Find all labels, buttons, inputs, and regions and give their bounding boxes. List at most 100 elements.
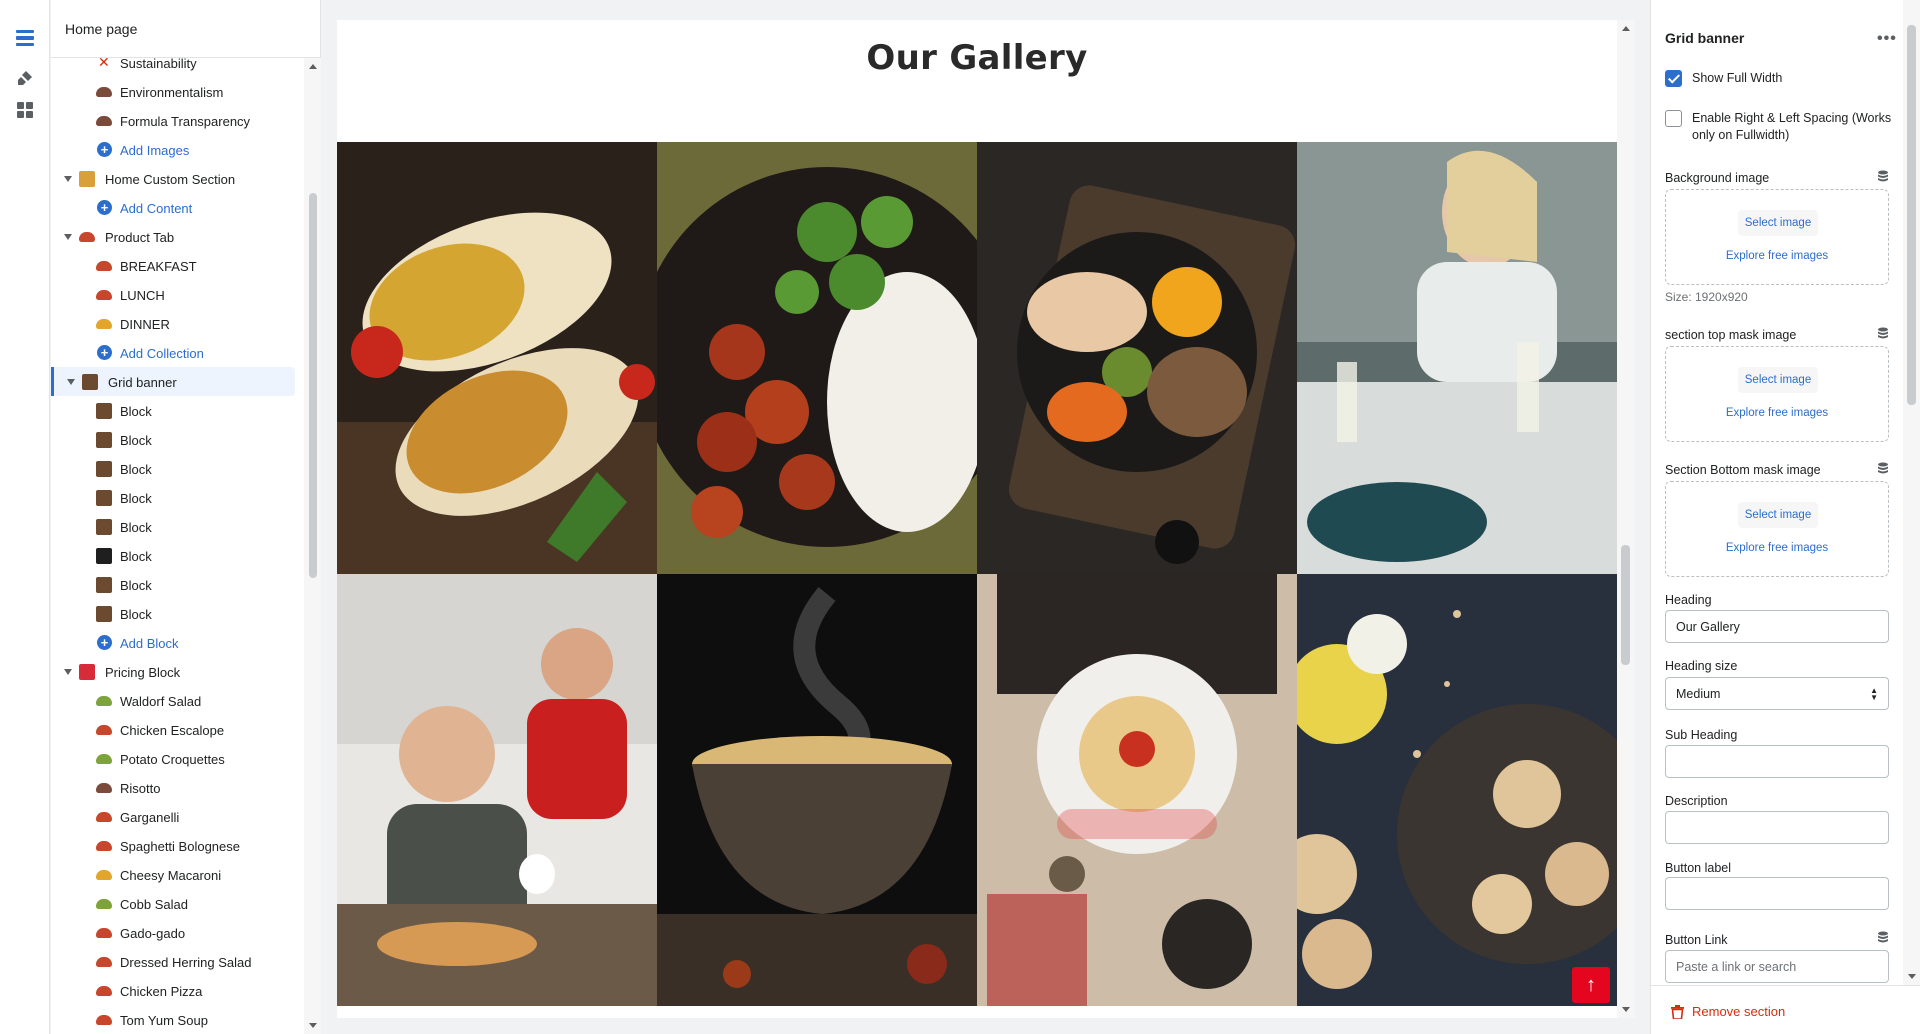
block-thumbnail bbox=[96, 754, 112, 764]
gallery-tile-dinner-party[interactable] bbox=[1297, 142, 1617, 574]
block-thumbnail bbox=[96, 812, 112, 822]
tree-item-chicken-escalope[interactable]: Chicken Escalope bbox=[51, 715, 295, 744]
settings-scrollbar[interactable] bbox=[1903, 0, 1920, 985]
scroll-up-arrow-icon[interactable] bbox=[309, 64, 317, 69]
scroll-up-arrow-icon[interactable] bbox=[1622, 26, 1630, 31]
tree-item-block[interactable]: Block bbox=[51, 541, 295, 570]
scrollbar-thumb[interactable] bbox=[1621, 545, 1630, 665]
section-thumbnail bbox=[79, 232, 95, 242]
bottom-mask-dropzone[interactable]: Select image Explore free images bbox=[1665, 481, 1889, 577]
tree-section-pricing-block[interactable]: Pricing Block bbox=[51, 657, 295, 686]
collapse-caret-icon[interactable] bbox=[64, 234, 72, 240]
dynamic-source-icon[interactable] bbox=[1877, 170, 1889, 182]
select-image-button[interactable]: Select image bbox=[1738, 367, 1818, 393]
tree-item-sustainability[interactable]: ✕ Sustainability bbox=[51, 58, 295, 77]
tree-item-formula-transparency[interactable]: Formula Transparency bbox=[51, 106, 295, 135]
app-embeds-icon[interactable] bbox=[11, 96, 39, 124]
tree-item-garganelli[interactable]: Garganelli bbox=[51, 802, 295, 831]
tree-item-cobb-salad[interactable]: Cobb Salad bbox=[51, 889, 295, 918]
tree-item-risotto[interactable]: Risotto bbox=[51, 773, 295, 802]
arrow-up-icon: ↑ bbox=[1586, 973, 1596, 996]
background-image-label: Background image bbox=[1665, 171, 1770, 185]
tree-item-dinner[interactable]: DINNER bbox=[51, 309, 295, 338]
more-options-icon[interactable]: ••• bbox=[1877, 30, 1897, 48]
tree-item-tom-yum-soup[interactable]: Tom Yum Soup bbox=[51, 1005, 295, 1034]
button-link-input[interactable]: Paste a link or search bbox=[1665, 950, 1889, 983]
block-thumbnail bbox=[96, 870, 112, 880]
theme-settings-brush-icon[interactable] bbox=[11, 64, 39, 92]
select-image-button[interactable]: Select image bbox=[1738, 210, 1818, 236]
block-thumbnail bbox=[96, 116, 112, 126]
burrito-image bbox=[337, 142, 657, 574]
gallery-tile-soup-bowl[interactable] bbox=[657, 574, 977, 1006]
tree-item-block[interactable]: Block bbox=[51, 599, 295, 628]
scroll-down-arrow-icon[interactable] bbox=[309, 1023, 317, 1028]
tree-row-label: Formula Transparency bbox=[120, 114, 251, 129]
collapse-caret-icon[interactable] bbox=[67, 379, 75, 385]
gallery-tile-chicken-rice[interactable] bbox=[657, 142, 977, 574]
section-thumbnail bbox=[79, 664, 95, 680]
sub-heading-input[interactable] bbox=[1665, 745, 1889, 778]
description-input[interactable] bbox=[1665, 811, 1889, 844]
tree-item-potato-croquettes[interactable]: Potato Croquettes bbox=[51, 744, 295, 773]
remove-section-button[interactable]: Remove section bbox=[1671, 1004, 1785, 1019]
dynamic-source-icon[interactable] bbox=[1877, 327, 1889, 339]
scrollbar-thumb[interactable] bbox=[1907, 25, 1916, 405]
tree-item-waldorf-salad[interactable]: Waldorf Salad bbox=[51, 686, 295, 715]
tree-item-block[interactable]: Block bbox=[51, 483, 295, 512]
tree-section-product-tab[interactable]: Product Tab bbox=[51, 222, 295, 251]
tree-header: Home page bbox=[51, 0, 320, 58]
add-images-button[interactable]: + Add Images bbox=[51, 135, 295, 164]
image-size-hint: Size: 1920x920 bbox=[1665, 290, 1748, 304]
dynamic-source-icon[interactable] bbox=[1877, 931, 1889, 943]
gallery-tile-spaghetti-plate[interactable] bbox=[977, 574, 1297, 1006]
heading-input[interactable]: Our Gallery bbox=[1665, 610, 1889, 643]
add-block-button[interactable]: + Add Block bbox=[51, 628, 295, 657]
scroll-down-arrow-icon[interactable] bbox=[1622, 1007, 1630, 1012]
gallery-tile-chicken-bowl[interactable] bbox=[977, 142, 1297, 574]
explore-free-images-link[interactable]: Explore free images bbox=[1666, 407, 1888, 419]
tree-item-block[interactable]: Block bbox=[51, 570, 295, 599]
gallery-tile-burrito[interactable] bbox=[337, 142, 657, 574]
tree-item-block[interactable]: Block bbox=[51, 396, 295, 425]
tree-item-spaghetti-bolognese[interactable]: Spaghetti Bolognese bbox=[51, 831, 295, 860]
tree-scrollbar[interactable] bbox=[304, 58, 321, 1034]
tree-row-label: Gado-gado bbox=[120, 926, 186, 941]
tree-item-lunch[interactable]: LUNCH bbox=[51, 280, 295, 309]
tree-item-environmentalism[interactable]: Environmentalism bbox=[51, 77, 295, 106]
scroll-down-arrow-icon[interactable] bbox=[1908, 974, 1916, 979]
top-mask-dropzone[interactable]: Select image Explore free images bbox=[1665, 346, 1889, 442]
collapse-caret-icon[interactable] bbox=[64, 669, 72, 675]
tree-item-gado-gado[interactable]: Gado-gado bbox=[51, 918, 295, 947]
heading-size-select[interactable]: Medium ▲ ▼ bbox=[1665, 677, 1889, 710]
tree-item-block[interactable]: Block bbox=[51, 512, 295, 541]
scroll-to-top-button[interactable]: ↑ bbox=[1572, 967, 1610, 1003]
tree-item-cheesy-macaroni[interactable]: Cheesy Macaroni bbox=[51, 860, 295, 889]
tree-item-chicken-pizza[interactable]: Chicken Pizza bbox=[51, 976, 295, 1005]
tree-section-grid-banner[interactable]: Grid banner bbox=[51, 367, 295, 396]
tree-item-block[interactable]: Block bbox=[51, 454, 295, 483]
show-full-width-checkbox[interactable] bbox=[1665, 70, 1682, 87]
tree-section-home-custom-section[interactable]: Home Custom Section bbox=[51, 164, 295, 193]
scrollbar-thumb[interactable] bbox=[309, 193, 317, 578]
gallery-tile-friends-pizza[interactable] bbox=[337, 574, 657, 1006]
button-label-input[interactable] bbox=[1665, 877, 1889, 910]
explore-free-images-link[interactable]: Explore free images bbox=[1666, 250, 1888, 262]
background-image-dropzone[interactable]: Select image Explore free images bbox=[1665, 189, 1889, 285]
add-content-button[interactable]: + Add Content bbox=[51, 193, 295, 222]
gallery-tile-dessert[interactable] bbox=[1297, 574, 1617, 1006]
collapse-caret-icon[interactable] bbox=[64, 176, 72, 182]
dynamic-source-icon[interactable] bbox=[1877, 462, 1889, 474]
spacing-checkbox[interactable] bbox=[1665, 110, 1682, 127]
preview-scrollbar[interactable] bbox=[1617, 20, 1635, 1018]
explore-free-images-link[interactable]: Explore free images bbox=[1666, 542, 1888, 554]
tree-row-label: Grid banner bbox=[108, 375, 177, 390]
add-collection-button[interactable]: + Add Collection bbox=[51, 338, 295, 367]
tree-item-block[interactable]: Block bbox=[51, 425, 295, 454]
sections-icon[interactable] bbox=[11, 24, 39, 52]
select-image-button[interactable]: Select image bbox=[1738, 502, 1818, 528]
tree-item-breakfast[interactable]: BREAKFAST bbox=[51, 251, 295, 280]
plus-circle-icon: + bbox=[97, 142, 112, 157]
tree-item-dressed-herring-salad[interactable]: Dressed Herring Salad bbox=[51, 947, 295, 976]
heading-size-label: Heading size bbox=[1665, 659, 1738, 673]
